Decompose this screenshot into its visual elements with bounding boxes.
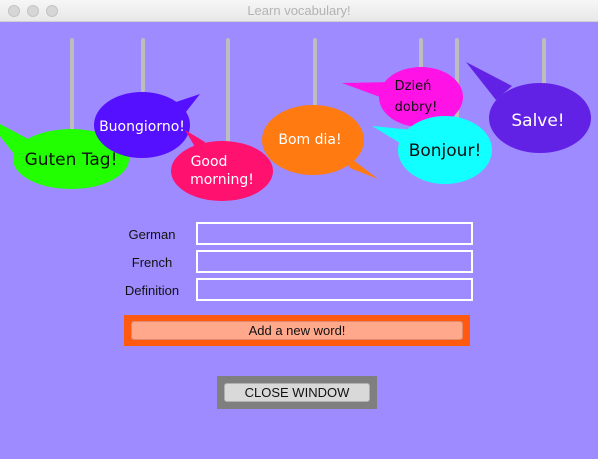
german-label: German — [128, 227, 176, 242]
french-input[interactable] — [196, 250, 473, 273]
german-input[interactable] — [196, 222, 473, 245]
add-word-frame: Add a new word! — [124, 315, 470, 346]
bubble-text-buongiorno: Buongiorno! — [99, 119, 185, 135]
title-bar[interactable]: Learn vocabulary! — [0, 0, 598, 22]
bubble-text-dobry: dobry! — [395, 100, 438, 115]
bubble-text-bonjour: Bonjour! — [409, 141, 482, 161]
close-window-button[interactable]: CLOSE WINDOW — [224, 383, 370, 402]
greeting-bubbles: Guten Tag! Buongiorno! Good morning! Bom… — [0, 38, 591, 201]
window-title: Learn vocabulary! — [247, 3, 351, 18]
bubble-text-morning: morning! — [190, 172, 254, 188]
main-canvas: Guten Tag! Buongiorno! Good morning! Bom… — [0, 22, 598, 459]
bubble-bom-dia: Bom dia! — [262, 105, 378, 179]
french-label: French — [131, 255, 173, 270]
close-window-frame: CLOSE WINDOW — [217, 376, 377, 409]
definition-label: Definition — [124, 283, 180, 298]
bubble-text-good: Good — [191, 154, 228, 170]
app-window: Learn vocabulary! Guten Tag! Buongiorno!… — [0, 0, 598, 459]
bubble-bonjour: Bonjour! — [372, 116, 492, 184]
bubble-good-morning: Good morning! — [171, 130, 273, 201]
bubble-text-dzien: Dzień — [395, 79, 432, 94]
definition-input[interactable] — [196, 278, 473, 301]
bubble-text-bom-dia: Bom dia! — [278, 132, 341, 148]
bubble-buongiorno: Buongiorno! — [94, 92, 200, 158]
bubble-text-salve: Salve! — [511, 111, 564, 131]
bubble-text-guten-tag: Guten Tag! — [25, 150, 118, 170]
add-word-button[interactable]: Add a new word! — [131, 321, 463, 340]
